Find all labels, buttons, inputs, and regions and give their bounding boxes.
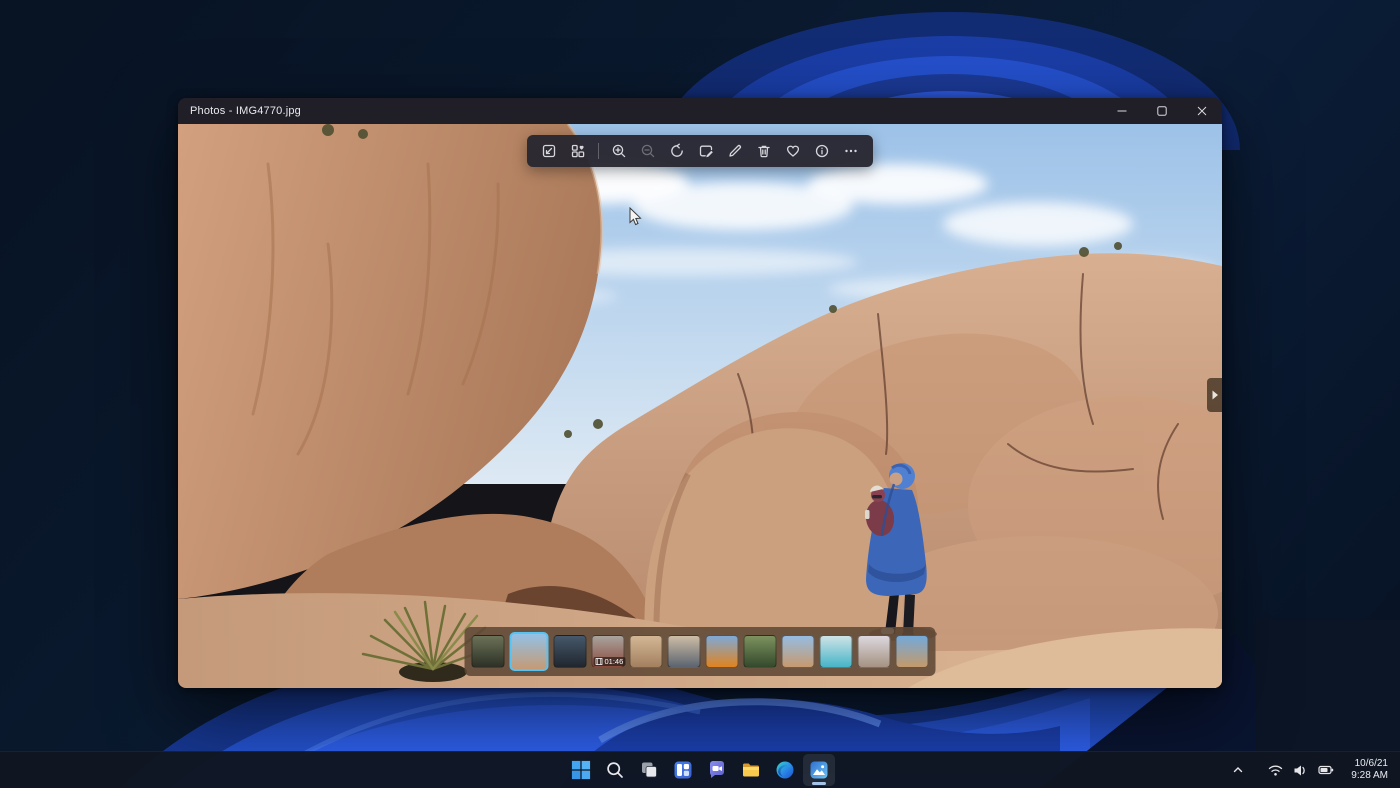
minimize-button[interactable]: [1102, 98, 1142, 124]
photo-viewer: 01:46: [178, 124, 1222, 688]
add-to-icon: [570, 143, 586, 159]
caption-buttons: [1102, 98, 1222, 124]
photos-icon: [809, 760, 829, 780]
window-titlebar[interactable]: Photos - IMG4770.jpg: [178, 98, 1222, 124]
wifi-button[interactable]: [1263, 755, 1288, 785]
window-title: Photos - IMG4770.jpg: [178, 105, 301, 117]
filmstrip: 01:46: [465, 627, 936, 676]
search-icon: [605, 760, 625, 780]
task-view-button[interactable]: [633, 754, 665, 786]
see-more-icon: [843, 143, 859, 159]
tray-time: 9:28 AM: [1351, 770, 1388, 782]
file-explorer-icon: [741, 760, 761, 780]
maximize-button[interactable]: [1142, 98, 1182, 124]
zoom-in-button[interactable]: [605, 138, 633, 164]
file-info-button[interactable]: [808, 138, 836, 164]
windows-start-icon: [571, 760, 591, 780]
system-tray: 10/6/21 9:28 AM: [1227, 752, 1394, 788]
edit-image-icon: [698, 143, 714, 159]
teams-chat-icon: [707, 760, 727, 780]
photos-app-window: Photos - IMG4770.jpg: [178, 98, 1222, 688]
filmstrip-thumbnail[interactable]: [668, 635, 701, 668]
filmstrip-thumbnail[interactable]: [744, 635, 777, 668]
edge-button[interactable]: [769, 754, 801, 786]
see-more-button[interactable]: [837, 138, 865, 164]
chevron-up-icon: [1232, 764, 1244, 776]
filmstrip-thumbnail-selected[interactable]: [510, 632, 549, 671]
zoom-out-icon: [640, 143, 656, 159]
hidden-icons-button[interactable]: [1227, 755, 1249, 785]
delete-button[interactable]: [750, 138, 778, 164]
taskbar: 10/6/21 9:28 AM: [0, 751, 1400, 788]
file-info-icon: [814, 143, 830, 159]
battery-button[interactable]: [1313, 755, 1339, 785]
search-button[interactable]: [599, 754, 631, 786]
video-duration-badge: 01:46: [594, 657, 626, 666]
widgets-icon: [673, 760, 693, 780]
filmstrip-thumbnail[interactable]: [554, 635, 587, 668]
filmstrip-thumbnail[interactable]: [706, 635, 739, 668]
desktop: Photos - IMG4770.jpg: [0, 0, 1400, 788]
add-to-button[interactable]: [564, 138, 592, 164]
see-all-photos-icon: [541, 143, 557, 159]
favorite-button[interactable]: [779, 138, 807, 164]
delete-icon: [756, 143, 772, 159]
maximize-icon: [1157, 106, 1167, 116]
task-view-icon: [639, 760, 659, 780]
filmstrip-thumbnail[interactable]: [472, 635, 505, 668]
volume-button[interactable]: [1288, 755, 1313, 785]
wifi-icon: [1268, 764, 1283, 777]
filmstrip-thumbnail[interactable]: [820, 635, 853, 668]
minimize-icon: [1117, 106, 1127, 116]
chat-button[interactable]: [701, 754, 733, 786]
close-button[interactable]: [1182, 98, 1222, 124]
zoom-in-icon: [611, 143, 627, 159]
filmstrip-thumbnail[interactable]: [858, 635, 891, 668]
close-icon: [1197, 106, 1207, 116]
clock[interactable]: 10/6/21 9:28 AM: [1345, 755, 1394, 785]
edit-image-button[interactable]: [692, 138, 720, 164]
rotate-icon: [669, 143, 685, 159]
file-explorer-button[interactable]: [735, 754, 767, 786]
draw-icon: [727, 143, 743, 159]
toolbar-separator: [598, 143, 599, 159]
photo-canvas[interactable]: [178, 124, 1222, 688]
filmstrip-thumbnail[interactable]: [630, 635, 663, 668]
widgets-button[interactable]: [667, 754, 699, 786]
next-photo-button[interactable]: [1207, 378, 1222, 412]
tray-date: 10/6/21: [1351, 758, 1388, 770]
volume-icon: [1293, 764, 1308, 777]
filmstrip-thumbnail[interactable]: [782, 635, 815, 668]
start-button[interactable]: [565, 754, 597, 786]
draw-button[interactable]: [721, 138, 749, 164]
see-all-photos-button[interactable]: [535, 138, 563, 164]
filmstrip-thumbnail[interactable]: [896, 635, 929, 668]
filmstrip-thumbnail-video[interactable]: 01:46: [592, 635, 625, 668]
favorite-icon: [785, 143, 801, 159]
battery-icon: [1318, 764, 1334, 776]
rotate-button[interactable]: [663, 138, 691, 164]
zoom-out-button[interactable]: [634, 138, 662, 164]
video-duration: 01:46: [605, 657, 624, 666]
photo-toolbar: [527, 135, 873, 167]
edge-icon: [775, 760, 795, 780]
next-arrow-icon: [1211, 390, 1219, 400]
taskbar-center-icons: [565, 752, 835, 788]
photos-app-button[interactable]: [803, 754, 835, 786]
filmstrip-video-icon: [596, 658, 603, 665]
